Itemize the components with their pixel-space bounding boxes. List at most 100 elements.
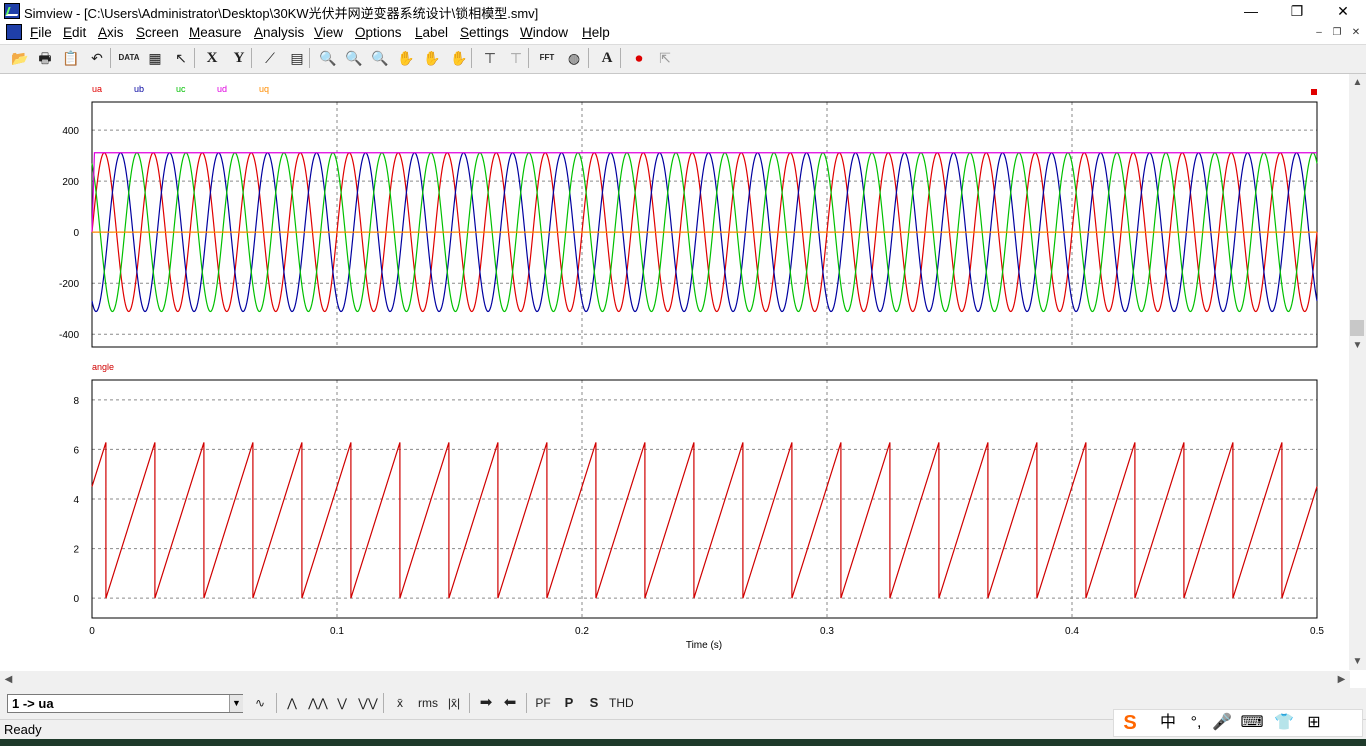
clipboard-icon[interactable]: 📋 (60, 47, 82, 69)
taskbar-strip (0, 739, 1366, 746)
menu-options[interactable]: Options (355, 25, 402, 40)
screen-grid-icon[interactable]: ▤ (286, 47, 308, 69)
pan-right-hand-icon[interactable]: ✋ (421, 47, 443, 69)
voltage-plot[interactable]: 400 200 0 -200 -400 (59, 101, 1318, 348)
x-tick-label: 0.1 (330, 626, 344, 637)
sogou-logo-icon[interactable]: S (1118, 713, 1142, 733)
microphone-icon[interactable]: 🎤 (1210, 713, 1234, 733)
skin-icon[interactable]: 👕 (1272, 713, 1296, 733)
mean-icon[interactable]: x̄ (390, 693, 410, 713)
pan-left-hand-icon[interactable]: ✋ (395, 47, 417, 69)
chinese-mode-icon[interactable]: 中 (1156, 713, 1180, 733)
plot-icon[interactable]: ⟋ (259, 47, 281, 69)
keyboard-icon[interactable]: ⌨ (1240, 713, 1264, 733)
thd-icon[interactable]: THD (609, 693, 634, 713)
vertical-scroll-thumb[interactable] (1350, 320, 1364, 336)
scroll-right-icon[interactable]: ▶ (1333, 671, 1350, 688)
measure-tool-disabled-icon[interactable]: ⊤ (505, 47, 527, 69)
menu-edit[interactable]: Edit (63, 25, 86, 40)
undo-icon[interactable]: ↶ (86, 47, 108, 69)
measure-tool-icon[interactable]: ⊤ (479, 47, 501, 69)
pointer-icon[interactable]: ↖ (170, 47, 192, 69)
minimize-button[interactable]: — (1228, 0, 1274, 22)
scroll-left-icon[interactable]: ◀ (0, 671, 17, 688)
punctuation-icon[interactable]: °, (1184, 713, 1208, 733)
chevron-down-icon[interactable]: ▼ (229, 695, 243, 712)
arrow-left-icon[interactable]: ⬅ (500, 693, 520, 713)
globe-icon[interactable]: ◍ (563, 47, 585, 69)
local-min-icon[interactable]: ⋁⋁ (357, 693, 379, 713)
menu-label[interactable]: Label (415, 25, 448, 40)
menu-settings[interactable]: Settings (460, 25, 509, 40)
waveform-plots[interactable]: ua ub uc ud uq 400 200 0 -200 -400 angle 8 6 4 2 0 0… (0, 74, 1350, 670)
x-axis-icon[interactable]: X (201, 47, 223, 69)
legend-ua[interactable]: ua (92, 84, 102, 94)
voltage-plot-ytick-label: 200 (62, 177, 79, 188)
arrow-right-icon[interactable]: ➡ (476, 693, 496, 713)
status-text: Ready (4, 722, 42, 737)
legend-ub[interactable]: ub (134, 84, 144, 94)
data-disk-icon[interactable]: DATA (118, 47, 140, 69)
s-icon[interactable]: S (584, 693, 604, 713)
toolbar-separator (110, 48, 111, 68)
toolbar-separator (620, 48, 621, 68)
angle-plot-ytick-label: 2 (73, 545, 79, 556)
mdi-restore-button[interactable]: ❐ (1330, 26, 1344, 39)
angle-plot-ytick-label: 8 (73, 396, 79, 407)
toolbar-separator (194, 48, 195, 68)
menu-view[interactable]: View (314, 25, 343, 40)
local-max-icon[interactable]: ⋀⋀ (307, 693, 329, 713)
vertical-scrollbar[interactable] (1349, 74, 1366, 670)
x-tick-label: 0 (89, 626, 95, 637)
scroll-down-end-icon[interactable]: ▼ (1349, 653, 1366, 670)
angle-plot[interactable]: 8 6 4 2 0 (73, 379, 1318, 619)
x-tick-label: 0.3 (820, 626, 834, 637)
menu-window[interactable]: Window (520, 25, 568, 40)
horizontal-scrollbar[interactable] (0, 671, 1350, 688)
scroll-up-icon[interactable]: ▲ (1349, 74, 1366, 91)
voltage-plot-ytick-label: -400 (59, 330, 79, 341)
rms-icon[interactable]: rms (415, 693, 441, 713)
measure-separator (526, 693, 527, 713)
wave-icon[interactable]: ∿ (249, 693, 271, 713)
legend-angle[interactable]: angle (92, 362, 114, 372)
p-icon[interactable]: P (559, 693, 579, 713)
pf-icon[interactable]: PF (533, 693, 553, 713)
open-folder-icon[interactable]: 📂 (9, 47, 31, 69)
record-icon[interactable]: ⏺ (628, 47, 650, 69)
min-icon[interactable]: ⋁ (332, 693, 352, 713)
export-icon[interactable]: ⇱ (654, 47, 676, 69)
menu-file[interactable]: File (30, 25, 52, 40)
menu-axis[interactable]: Axis (98, 25, 124, 40)
toolbox-icon[interactable]: ⊞ (1302, 713, 1326, 733)
document-icon[interactable] (6, 24, 22, 40)
y-axis-icon[interactable]: Y (228, 47, 250, 69)
menu-screen[interactable]: Screen (136, 25, 179, 40)
menu-measure[interactable]: Measure (189, 25, 242, 40)
fft-icon[interactable]: FFT (536, 47, 558, 69)
label-text-icon[interactable]: A (596, 47, 618, 69)
zoom-icon[interactable]: 🔍 (317, 47, 339, 69)
legend-ud[interactable]: ud (217, 84, 227, 94)
series-line-angle (91, 442, 1318, 599)
scroll-down-icon[interactable]: ▼ (1349, 337, 1366, 354)
legend-uc[interactable]: uc (176, 84, 186, 94)
chart-edit-icon[interactable]: ▦ (144, 47, 166, 69)
simview-app-icon[interactable] (4, 3, 20, 19)
plot-selection-marker[interactable] (1311, 89, 1317, 95)
angle-plot-ytick-label: 4 (73, 495, 79, 506)
zoom-in-icon[interactable]: 🔍 (343, 47, 365, 69)
grab-hand-icon[interactable]: ✋ (448, 47, 470, 69)
measure-separator (469, 693, 470, 713)
legend-uq[interactable]: uq (259, 84, 269, 94)
print-icon[interactable]: 🖶 (34, 47, 56, 69)
max-icon[interactable]: ⋀ (282, 693, 302, 713)
menu-analysis[interactable]: Analysis (254, 25, 304, 40)
mdi-minimize-button[interactable]: – (1312, 26, 1326, 39)
menu-help[interactable]: Help (582, 25, 610, 40)
close-button[interactable]: ✕ (1320, 0, 1366, 22)
zoom-out-icon[interactable]: 🔍 (369, 47, 391, 69)
mdi-close-button[interactable]: ✕ (1349, 26, 1363, 39)
maximize-button[interactable]: ❐ (1274, 0, 1320, 22)
abs-mean-icon[interactable]: |x̄| (444, 693, 464, 713)
